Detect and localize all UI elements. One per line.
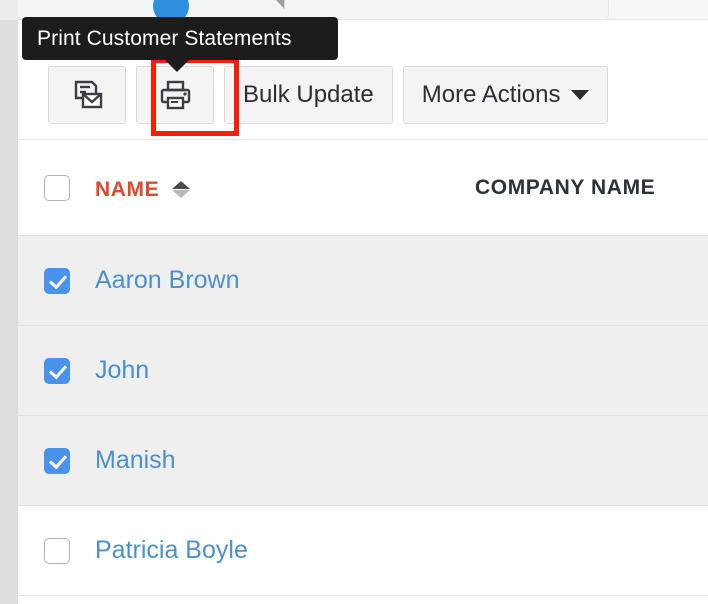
select-all-checkbox[interactable]	[43, 175, 70, 201]
header-cell-name[interactable]: NAME	[95, 174, 475, 203]
company-column-label: COMPANY NAME	[475, 176, 656, 199]
row-cell-name: Manish	[95, 446, 475, 475]
bulk-update-button[interactable]: Bulk Update	[224, 66, 393, 124]
row-cell-name: Patricia Boyle	[95, 536, 475, 565]
email-statements-button[interactable]	[48, 66, 126, 124]
customers-table: NAME COMPANY NAME Aaron Brown John Manis…	[18, 141, 708, 596]
tooltip: Print Customer Statements	[22, 17, 338, 60]
more-actions-button[interactable]: More Actions	[402, 66, 609, 124]
bulk-update-label: Bulk Update	[243, 81, 374, 108]
tooltip-label: Print Customer Statements	[37, 26, 292, 50]
name-column-header[interactable]: NAME	[95, 177, 191, 202]
row-select-cell	[18, 267, 95, 294]
tooltip-arrow-icon	[164, 59, 190, 72]
row-cell-name: John	[95, 356, 475, 385]
row-select-cell	[18, 447, 95, 474]
printer-icon	[157, 78, 193, 112]
row-cell-name: Aaron Brown	[95, 266, 475, 295]
action-toolbar: Bulk Update More Actions	[48, 66, 609, 124]
table-row[interactable]: John	[18, 326, 708, 416]
row-checkbox[interactable]	[43, 447, 70, 474]
left-gutter-top-segment	[0, 0, 18, 20]
row-select-cell	[18, 537, 95, 564]
header-cell-company[interactable]: COMPANY NAME	[475, 176, 708, 200]
customer-name-link[interactable]: John	[95, 356, 149, 384]
select-all-cell	[18, 175, 95, 201]
print-statements-button[interactable]	[136, 66, 214, 124]
row-checkbox[interactable]	[43, 267, 70, 294]
chevron-down-icon	[571, 90, 590, 100]
customer-name-link[interactable]: Patricia Boyle	[95, 536, 248, 564]
customer-name-link[interactable]: Manish	[95, 446, 176, 474]
document-envelope-icon	[70, 78, 104, 112]
table-row[interactable]: Manish	[18, 416, 708, 506]
left-gutter	[0, 0, 18, 604]
sort-ascending-icon	[172, 181, 191, 189]
name-column-label: NAME	[95, 177, 160, 201]
row-checkbox[interactable]	[43, 357, 70, 384]
table-header-row: NAME COMPANY NAME	[18, 141, 708, 236]
table-row[interactable]: Patricia Boyle	[18, 506, 708, 596]
sort-indicator-icon[interactable]	[172, 181, 191, 198]
row-select-cell	[18, 357, 95, 384]
app-root: Bulk Update More Actions Print Customer …	[0, 0, 708, 604]
row-checkbox[interactable]	[43, 537, 70, 564]
sort-descending-icon	[172, 190, 191, 198]
more-actions-label: More Actions	[421, 81, 561, 108]
table-row[interactable]: Aaron Brown	[18, 236, 708, 326]
customer-name-link[interactable]: Aaron Brown	[95, 266, 240, 294]
